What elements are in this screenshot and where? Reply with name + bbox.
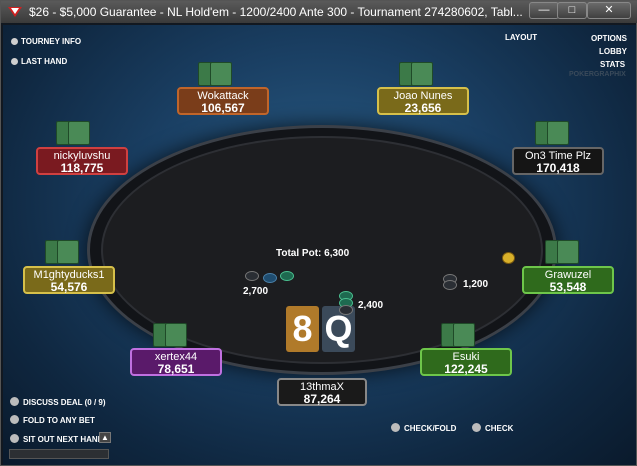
options-button[interactable]: OPTIONS [591, 34, 627, 43]
player-stack: 53,548 [549, 280, 587, 294]
fold-to-any-bet-checkbox[interactable] [10, 415, 19, 424]
tourney-info-dot-icon [11, 38, 18, 45]
fold-to-any-bet-label: FOLD TO ANY BET [23, 416, 95, 425]
seat-hero-13thmax[interactable]: 13thmaX 87,264 [277, 378, 367, 406]
sit-out-next-hand-option[interactable]: SIT OUT NEXT HAND [10, 434, 103, 444]
player-stack: 106,567 [201, 101, 245, 115]
player-cards-joao-nunes [399, 62, 435, 86]
player-cards-wokattack [198, 62, 234, 86]
discuss-deal-label: DISCUSS DEAL (0 / 9) [23, 398, 106, 407]
stats-button[interactable]: STATS [600, 60, 625, 69]
total-pot: Total Pot: 6,300 [276, 248, 350, 259]
lobby-button[interactable]: LOBBY [599, 47, 627, 56]
player-stack: 23,656 [404, 101, 442, 115]
fold-to-any-bet-option[interactable]: FOLD TO ANY BET [10, 415, 95, 425]
dealer-button-icon [502, 252, 515, 264]
player-stack: 122,245 [444, 362, 488, 376]
chip-stack-icon [443, 280, 457, 290]
chip-stack-icon [263, 273, 277, 283]
check-checkbox[interactable] [472, 423, 481, 432]
player-stack: 170,418 [536, 161, 580, 175]
sit-out-next-hand-checkbox[interactable] [10, 434, 19, 443]
player-cards-on3-time-plz [535, 121, 571, 145]
minimize-button[interactable]: — [529, 2, 559, 19]
check-label: CHECK [485, 424, 514, 433]
layout-button[interactable]: LAYOUT [505, 33, 537, 42]
check-fold-option[interactable]: CHECK/FOLD [391, 423, 456, 433]
seat-on3-time-plz[interactable]: On3 Time Plz 170,418 [512, 147, 604, 175]
check-option[interactable]: CHECK [472, 423, 513, 433]
seat-grawuzel[interactable]: Grawuzel 53,548 [522, 266, 614, 294]
player-cards-m1ghtyducks1 [45, 240, 81, 264]
discuss-deal-checkbox[interactable] [10, 397, 19, 406]
player-stack: 87,264 [303, 392, 341, 406]
bet-amount-left: 2,700 [243, 286, 269, 297]
discuss-deal-option[interactable]: DISCUSS DEAL (0 / 9) [10, 397, 106, 407]
player-cards-grawuzel [545, 240, 581, 264]
last-hand-button[interactable]: LAST HAND [11, 57, 67, 66]
last-hand-dot-icon [11, 58, 18, 65]
player-stack: 78,651 [157, 362, 195, 376]
seat-xertex44[interactable]: xertex44 78,651 [130, 348, 222, 376]
seat-m1ghtyducks1[interactable]: M1ghtyducks1 54,576 [23, 266, 115, 294]
sit-out-next-hand-label: SIT OUT NEXT HAND [23, 435, 104, 444]
chat-input[interactable] [9, 449, 109, 459]
maximize-button[interactable]: □ [557, 2, 587, 19]
check-fold-label: CHECK/FOLD [404, 424, 457, 433]
bet-amount-center: 2,400 [358, 300, 384, 311]
seat-wokattack[interactable]: Wokattack 106,567 [177, 87, 269, 115]
seat-esuki[interactable]: Esuki 122,245 [420, 348, 512, 376]
tourney-info-button[interactable]: TOURNEY INFO [11, 37, 81, 46]
player-cards-esuki [441, 323, 477, 347]
brand-label: POKERGRAPHIX [569, 71, 626, 78]
last-hand-label: LAST HAND [21, 57, 68, 66]
player-cards-nickyluvshu [56, 121, 92, 145]
bet-amount-right: 1,200 [463, 279, 489, 290]
poker-table-window: $26 - $5,000 Guarantee - NL Hold'em - 12… [0, 0, 637, 466]
chevron-up-icon[interactable]: ▲ [99, 432, 111, 443]
pokerstars-logo-icon [8, 7, 22, 17]
hole-card-eight: 8 [286, 306, 319, 352]
title-bar[interactable]: $26 - $5,000 Guarantee - NL Hold'em - 12… [1, 1, 637, 23]
player-stack: 54,576 [50, 280, 88, 294]
check-fold-checkbox[interactable] [391, 423, 400, 432]
chip-stack-icon [245, 271, 259, 281]
seat-joao-nunes[interactable]: Joao Nunes 23,656 [377, 87, 469, 115]
player-cards-xertex44 [153, 323, 189, 347]
player-stack: 118,775 [60, 161, 104, 175]
seat-nickyluvshu[interactable]: nickyluvshu 118,775 [36, 147, 128, 175]
tourney-info-label: TOURNEY INFO [21, 37, 82, 46]
window-title: $26 - $5,000 Guarantee - NL Hold'em - 12… [29, 5, 523, 19]
close-button[interactable]: ✕ [587, 2, 631, 19]
chip-stack-icon [280, 271, 294, 281]
chip-stack-icon [339, 305, 353, 315]
